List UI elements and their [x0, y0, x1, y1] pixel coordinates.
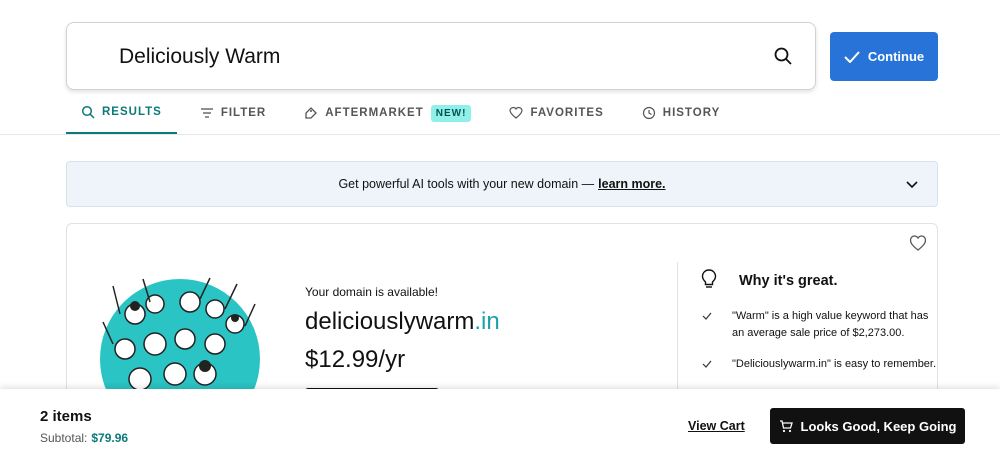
tag-icon	[305, 107, 318, 119]
tab-label: FILTER	[220, 107, 267, 119]
ai-tools-banner[interactable]: Get powerful AI tools with your new doma…	[66, 161, 938, 207]
history-icon	[642, 106, 655, 120]
domain-tld: .in	[474, 308, 500, 335]
tab-label: AFTERMARKET	[325, 107, 424, 119]
banner-text: Get powerful AI tools with your new doma…	[338, 177, 595, 191]
filter-icon	[200, 108, 213, 118]
domain-price: $12.99/yr	[305, 346, 406, 373]
why-title: Why it's great.	[739, 273, 838, 289]
search-icon[interactable]	[773, 46, 793, 66]
heart-icon	[509, 106, 524, 119]
check-icon	[844, 50, 860, 63]
search-icon	[81, 105, 95, 119]
view-cart-link[interactable]: View Cart	[688, 419, 745, 433]
cart-icon	[779, 419, 793, 432]
subtotal-value: $79.96	[91, 431, 129, 445]
cart-footer: 2 items Subtotal: $79.96 View Cart Looks …	[0, 389, 1000, 453]
keep-going-label: Looks Good, Keep Going	[800, 418, 957, 434]
subtotal-label: Subtotal:	[40, 431, 88, 445]
tab-label: HISTORY	[662, 107, 721, 119]
domain-base: deliciouslywarm	[305, 308, 475, 335]
availability-label: Your domain is available!	[305, 285, 438, 299]
tab-favorites[interactable]: FAVORITES	[494, 92, 618, 134]
tab-results[interactable]: RESULTS	[66, 92, 177, 134]
tab-filter[interactable]: FILTER	[185, 92, 281, 134]
keep-going-button[interactable]: Looks Good, Keep Going	[770, 408, 965, 444]
new-badge: NEW!	[430, 104, 472, 122]
tab-label: RESULTS	[102, 106, 162, 118]
tab-aftermarket[interactable]: AFTERMARKET NEW!	[289, 92, 486, 134]
favorite-heart-icon[interactable]	[909, 234, 927, 252]
learn-more-link[interactable]: learn more.	[598, 177, 665, 191]
continue-label: Continue	[867, 49, 925, 64]
reason-item: "Warm" is a high value keyword that has …	[732, 310, 929, 339]
check-icon	[702, 312, 712, 320]
tab-label: FAVORITES	[530, 107, 604, 119]
domain-name: deliciouslywarm.in	[305, 308, 500, 336]
search-tabs: RESULTS FILTER AFTERMARKET NEW! FAVORITE…	[66, 92, 743, 134]
continue-button[interactable]: Continue	[830, 32, 938, 81]
chevron-down-icon[interactable]	[905, 177, 919, 191]
reason-item: "Deliciouslywarm.in" is easy to remember…	[732, 358, 937, 370]
tabs-divider	[0, 134, 1000, 135]
domain-search-box[interactable]: Deliciously Warm	[66, 22, 816, 90]
search-input[interactable]: Deliciously Warm	[119, 45, 280, 69]
tab-history[interactable]: HISTORY	[627, 92, 735, 134]
check-icon	[702, 360, 712, 368]
lightbulb-icon	[701, 269, 717, 288]
subtotal: Subtotal: $79.96	[40, 431, 128, 445]
cart-item-count: 2 items	[40, 408, 92, 425]
